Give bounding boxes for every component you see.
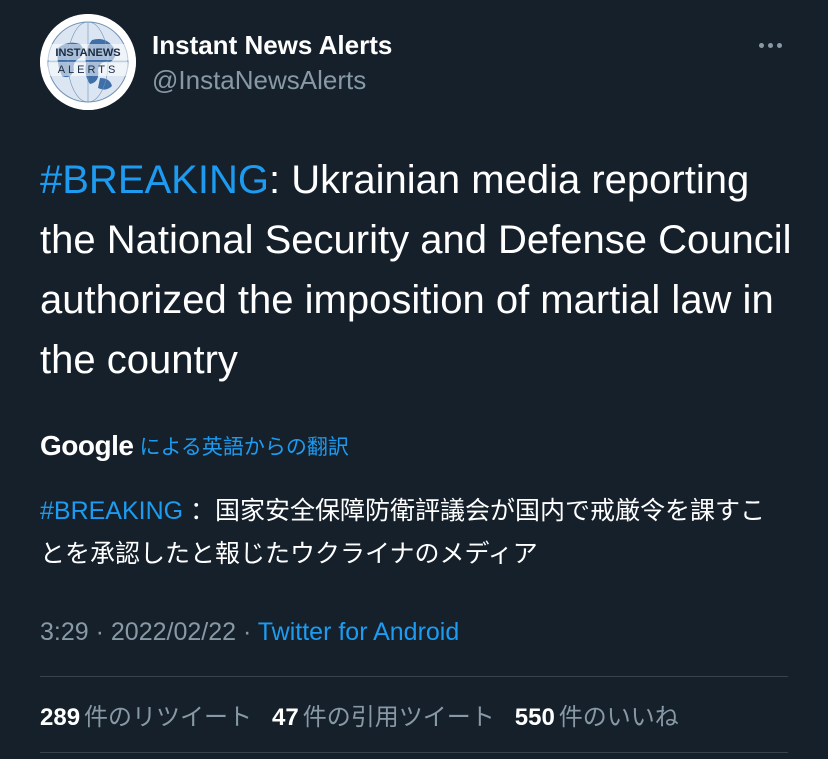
google-logo: Google [40, 430, 134, 461]
retweet-count: 289 [40, 704, 81, 731]
quote-count: 47 [272, 704, 299, 731]
tweet-source-link[interactable]: Twitter for Android [258, 618, 459, 646]
retweet-label: 件のリツイート [84, 704, 253, 731]
divider [40, 752, 788, 753]
more-icon-dot [758, 42, 764, 48]
globe-logo-icon: INSTANEWS ALERTS [40, 14, 136, 110]
translated-hashtag-link[interactable]: #BREAKING [40, 497, 183, 525]
translation-source-link[interactable]: による英語からの翻訳 [139, 431, 348, 461]
display-name[interactable]: Instant News Alerts [152, 30, 392, 61]
more-icon-dot [767, 42, 773, 48]
tweet-date[interactable]: 2022/02/22 [111, 618, 236, 646]
more-icon-dot [776, 42, 782, 48]
tweet-text: #BREAKING: Ukrainian media reporting the… [40, 150, 800, 390]
user-handle[interactable]: @InstaNewsAlerts [152, 65, 366, 96]
translation-attribution: Google による英語からの翻訳 [40, 430, 349, 462]
like-count: 550 [514, 704, 555, 731]
svg-text:INSTANEWS: INSTANEWS [55, 47, 120, 59]
like-label: 件のいいね [558, 704, 679, 731]
profile-avatar[interactable]: INSTANEWS ALERTS [40, 14, 136, 110]
quote-label: 件の引用ツイート [302, 704, 495, 731]
engagement-stats: 289 件のリツイート 47 件の引用ツイート 550 件のいいね [40, 697, 699, 732]
svg-text:ALERTS: ALERTS [58, 64, 119, 76]
tweet-time[interactable]: 3:29 [40, 618, 89, 646]
more-options-button[interactable] [746, 30, 794, 60]
likes-stat[interactable]: 550 件のいいね [515, 697, 679, 732]
tweet-hashtag-link[interactable]: #BREAKING [40, 158, 269, 202]
tweet-meta: 3:29 · 2022/02/22 · Twitter for Android [40, 618, 459, 647]
quotes-stat[interactable]: 47 件の引用ツイート [272, 697, 495, 732]
translated-text: #BREAKING ：国家安全保障防衛評議会が国内で戒厳令を課すことを承認したと… [40, 490, 790, 576]
divider [40, 676, 788, 677]
retweets-stat[interactable]: 289 件のリツイート [40, 697, 252, 732]
meta-separator: · [236, 618, 258, 646]
meta-separator: · [88, 618, 111, 646]
